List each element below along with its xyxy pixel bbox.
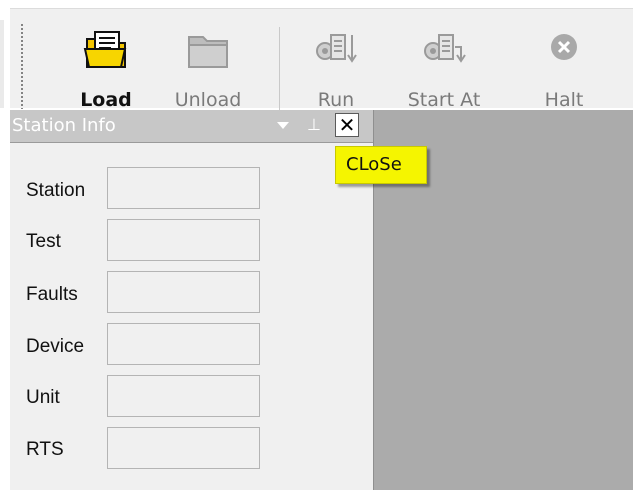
unload-button[interactable]: Unload: [158, 29, 258, 113]
toolbar-grip[interactable]: [20, 23, 24, 109]
load-button[interactable]: Load: [56, 29, 156, 113]
halt-button[interactable]: Halt: [514, 29, 614, 113]
panel-title: Station Info: [12, 115, 116, 136]
unload-label: Unload: [174, 89, 242, 111]
unit-label: Unit: [26, 387, 60, 408]
pin-icon[interactable]: ⊥: [307, 115, 321, 134]
faults-label: Faults: [26, 284, 78, 305]
panel-header: Station Info ⊥ ✕: [10, 110, 373, 143]
station-info-panel: Station Info ⊥ ✕ Station Test Faults Dev…: [10, 110, 374, 490]
station-field[interactable]: [107, 167, 260, 209]
top-edge: [0, 0, 633, 8]
toolbar: Load Unload Run Start At Halt: [10, 8, 633, 111]
run-label: Run: [317, 89, 355, 111]
run-button[interactable]: Run: [286, 29, 386, 113]
close-tooltip: CLoSe: [335, 146, 427, 184]
station-label: Station: [26, 180, 86, 201]
faults-field[interactable]: [107, 271, 260, 313]
halt-icon: [551, 34, 577, 60]
close-icon[interactable]: ✕: [335, 113, 359, 137]
halt-label: Halt: [544, 89, 584, 111]
open-folder-document-icon: [83, 31, 127, 68]
load-label: Load: [80, 89, 132, 111]
rts-field[interactable]: [107, 427, 260, 469]
rts-label: RTS: [26, 439, 64, 460]
device-label: Device: [26, 336, 85, 357]
unit-field[interactable]: [107, 375, 260, 417]
toolbar-separator: [279, 27, 280, 111]
run-icon: [316, 34, 357, 63]
dropdown-arrow-icon[interactable]: [277, 122, 289, 129]
test-label: Test: [26, 231, 61, 252]
window-edge: [0, 20, 4, 108]
test-field[interactable]: [107, 219, 260, 261]
start-at-icon: [424, 34, 466, 63]
start-at-button[interactable]: Start At: [394, 29, 494, 113]
closed-folder-icon: [188, 36, 228, 68]
device-field[interactable]: [107, 323, 260, 365]
start-at-label: Start At: [407, 89, 481, 111]
